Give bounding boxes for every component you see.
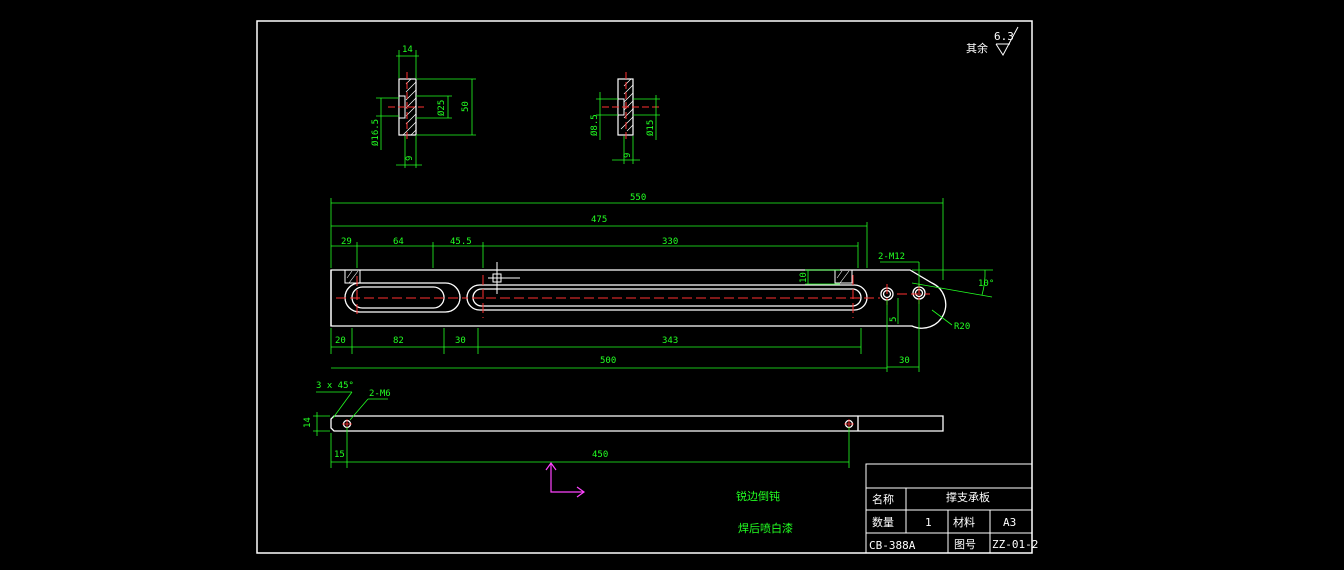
- section-a-dim-bore: Ø16.5: [370, 119, 381, 146]
- plan-dim-450: 450: [592, 450, 608, 460]
- roughness-symbol: 6.3 其余: [966, 26, 1019, 56]
- front-thread-label: 2-M12: [878, 252, 905, 262]
- title-code: CB-388A: [869, 539, 916, 552]
- cad-drawing: 6.3 其余 14 Ø25 50 Ø16.5 9 Ø8.5 Ø15 9 550 …: [256, 20, 1038, 554]
- plan-chamfer: 3 x 45°: [316, 381, 354, 391]
- front-radius: R20: [954, 322, 970, 332]
- title-qty-label: 数量: [872, 516, 894, 529]
- front-dim-82: 82: [393, 336, 404, 346]
- front-dim-475: 475: [591, 215, 607, 225]
- title-qty-value: 1: [925, 516, 932, 529]
- front-dim-20: 20: [335, 336, 346, 346]
- front-dim-64: 64: [393, 237, 404, 247]
- front-dim-10: 10: [799, 272, 809, 283]
- section-a-dim-outer: 50: [461, 101, 471, 112]
- title-drawing-no: ZZ-01-2: [992, 538, 1038, 551]
- front-dim-343: 343: [662, 336, 678, 346]
- title-drawing-no-label: 图号: [954, 538, 976, 551]
- section-b-dim-bottom: 9: [623, 153, 633, 158]
- front-angle: 10°: [978, 279, 994, 289]
- plan-dim-15: 15: [334, 450, 345, 460]
- title-material-value: A3: [1003, 516, 1016, 529]
- section-a-dim-bottom: 9: [405, 156, 415, 161]
- note-line-2: 焊后喷白漆: [738, 521, 793, 535]
- plan-view: 3 x 45° 2-M6 14 15 450: [303, 381, 944, 468]
- ucs-icon: [545, 461, 586, 498]
- title-name-value: 撑支承板: [946, 490, 990, 504]
- section-b-dim-bore: Ø8.5: [589, 114, 600, 136]
- front-dim-30b: 30: [899, 356, 910, 366]
- front-view: 550 475 29 64 45.5 330 10 5 2-M12 10° 20…: [330, 193, 994, 372]
- title-block: 名称 撑支承板 数量 1 材料 A3 CB-388A 图号 ZZ-01-2: [865, 463, 1038, 554]
- section-a-view: 14 Ø25 50 Ø16.5 9: [370, 45, 476, 168]
- front-dim-550: 550: [630, 193, 646, 203]
- section-b-view: Ø8.5 Ø15 9: [589, 72, 662, 164]
- front-dim-500: 500: [600, 356, 616, 366]
- front-dim-330: 330: [662, 237, 678, 247]
- front-dim-30a: 30: [455, 336, 466, 346]
- note-line-1: 锐边倒钝: [736, 489, 780, 503]
- roughness-value: 6.3: [994, 30, 1014, 43]
- roughness-prefix: 其余: [966, 41, 988, 55]
- front-dim-45-5: 45.5: [450, 237, 472, 247]
- section-a-dim-top: 14: [402, 45, 413, 55]
- title-name-label: 名称: [872, 492, 894, 506]
- front-dim-5: 5: [889, 317, 899, 322]
- plan-thread-label: 2-M6: [369, 389, 391, 399]
- title-material-label: 材料: [953, 515, 975, 529]
- section-b-dim-outer: Ø15: [645, 120, 656, 136]
- front-dim-29: 29: [341, 237, 352, 247]
- section-a-dim-inner: Ø25: [436, 100, 447, 116]
- plan-dim-14: 14: [303, 417, 313, 428]
